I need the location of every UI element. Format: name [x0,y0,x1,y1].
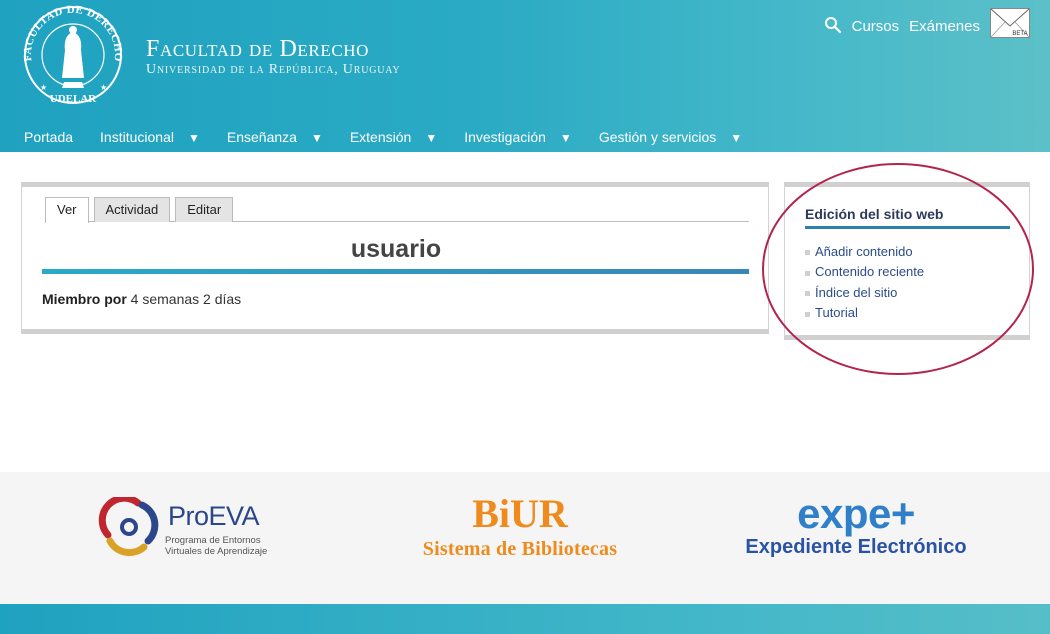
examenes-link[interactable]: Exámenes [909,18,980,35]
nav-label: Extensión [349,129,412,145]
sidebar-link-anadir-contenido[interactable]: Añadir contenido [805,241,924,262]
dropdown-arrow-icon[interactable]: ▼ [188,131,200,145]
nav-item-gestion[interactable]: Gestión y servicios ▼ [599,129,742,145]
proeva-name: ProEVA [168,501,260,532]
svg-text:★: ★ [100,83,107,92]
nav-label: Investigación [464,129,546,145]
dropdown-arrow-icon[interactable]: ▼ [730,131,742,145]
proeva-subtitle-line: Virtuales de Aprendizaje [165,546,268,557]
sidebar-title: Edición del sitio web [805,206,944,222]
sidebar-links: Añadir contenido Contenido reciente Índi… [805,241,924,323]
proeva-subtitle-line: Programa de Entornos [165,535,261,546]
user-profile-panel: Ver Actividad Editar usuario Miembro por… [21,182,769,334]
faculty-seal-logo[interactable]: FACULTAD DE DERECHO UDELAR ★ ★ [18,4,128,106]
sidebar-title-underline [805,226,1010,229]
partner-logos-strip: ProEVA Programa de Entornos Virtuales de … [0,472,1050,604]
link-label[interactable]: Añadir contenido [815,244,913,259]
proeva-emblem-icon [98,497,159,557]
footer-bar [0,604,1050,634]
tab-actividad[interactable]: Actividad [93,197,171,222]
biur-subtitle: Sistema de Bibliotecas [422,538,618,560]
sidebar-link-contenido-reciente[interactable]: Contenido reciente [805,262,924,283]
dropdown-arrow-icon[interactable]: ▼ [560,131,572,145]
sidebar-link-tutorial[interactable]: Tutorial [805,303,924,324]
tab-ver[interactable]: Ver [45,197,89,223]
main-navigation: Portada Institucional ▼ Enseñanza ▼ Extens… [24,129,769,145]
nav-label: Portada [24,129,74,145]
site-header: FACULTAD DE DERECHO UDELAR ★ ★ Facultad … [0,0,1050,152]
title-divider [42,269,749,274]
link-label[interactable]: Índice del sitio [815,285,897,300]
page-tabs: Ver Actividad Editar [45,192,749,223]
bullet-icon [805,250,810,256]
biur-logo[interactable]: BiUR Sistema de Bibliotecas [405,494,635,561]
dropdown-arrow-icon[interactable]: ▼ [425,131,437,145]
bullet-icon [805,270,810,276]
proeva-logo[interactable]: ProEVA Programa de Entornos Virtuales de … [98,497,268,563]
expe-subtitle: Expediente Electrónico [745,536,967,558]
proeva-name-pre: Pro [168,501,209,531]
dropdown-arrow-icon[interactable]: ▼ [311,131,323,145]
cursos-link[interactable]: Cursos [852,18,900,35]
nav-item-investigacion[interactable]: Investigación ▼ [464,129,572,145]
nav-item-ensenanza[interactable]: Enseñanza ▼ [227,129,323,145]
search-icon[interactable] [824,16,842,34]
proeva-name-post: EVA [208,501,260,531]
bullet-icon [805,311,810,317]
site-editing-block: Edición del sitio web Añadir contenido C… [784,182,1030,340]
top-links: Cursos Exámenes BETA [824,8,1030,38]
tab-editar[interactable]: Editar [175,197,234,222]
biur-name: BiUR [472,491,568,536]
member-value: 4 semanas 2 días [130,291,242,307]
nav-label: Institucional [100,129,174,145]
site-title[interactable]: Facultad de Derecho [146,36,369,63]
mail-beta-icon[interactable]: BETA [990,8,1030,38]
proeva-subtitle: Programa de Entornos Virtuales de Aprendi… [165,535,275,557]
nav-item-extension[interactable]: Extensión ▼ [350,129,437,145]
nav-label: Gestión y servicios [598,129,717,145]
link-label[interactable]: Tutorial [815,305,858,320]
expe-logo[interactable]: expe+ Expediente Electrónico [728,492,984,559]
svg-text:BETA: BETA [1012,31,1027,37]
sidebar-link-indice-del-sitio[interactable]: Índice del sitio [805,282,924,303]
member-since: Miembro por 4 semanas 2 días [42,291,241,307]
site-subtitle: Universidad de la República, Uruguay [146,62,401,77]
svg-text:UDELAR: UDELAR [50,93,98,105]
expe-name: expe+ [797,490,915,537]
svg-text:★: ★ [40,83,47,92]
member-label: Miembro por [42,291,127,307]
nav-label: Enseñanza [226,129,297,145]
nav-item-institucional[interactable]: Institucional ▼ [100,129,200,145]
page-title: usuario [350,235,442,263]
nav-item-portada[interactable]: Portada [24,129,73,145]
link-label[interactable]: Contenido reciente [815,264,924,279]
bullet-icon [805,291,810,297]
